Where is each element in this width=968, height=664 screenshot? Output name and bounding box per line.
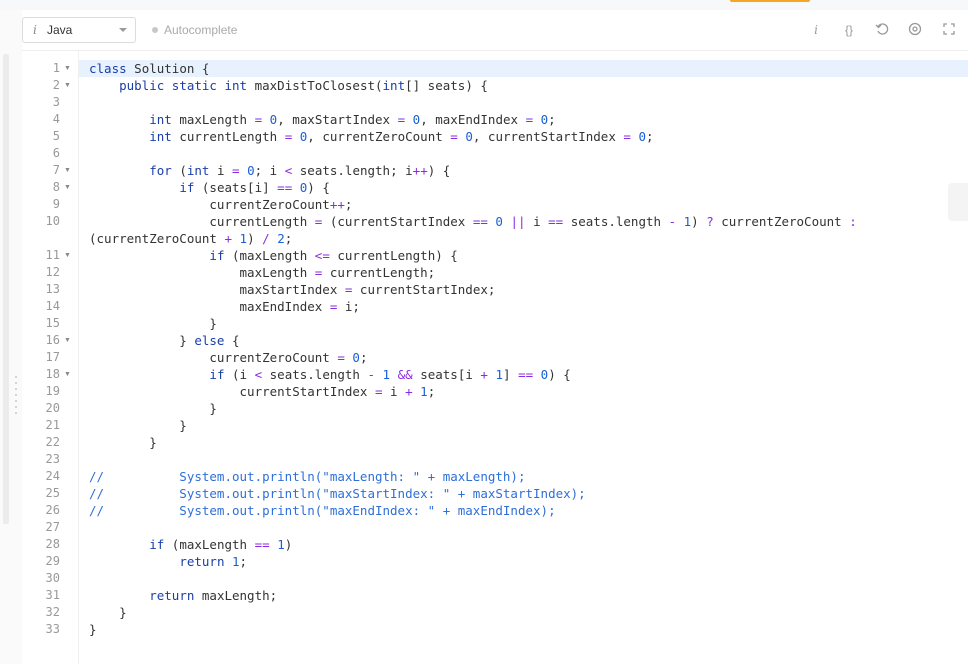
code-line[interactable]: currentStartIndex = i + 1; <box>89 383 436 400</box>
fold-arrow-icon[interactable]: ▼ <box>64 60 71 77</box>
line-number: 16 <box>45 333 60 347</box>
line-number: 31 <box>45 588 60 602</box>
line-number: 19 <box>45 384 60 398</box>
language-select-label: Java <box>47 23 73 37</box>
code-line[interactable]: // System.out.println("maxLength: " + ma… <box>89 468 526 485</box>
code-line[interactable]: public static int maxDistToClosest(int[]… <box>89 77 488 94</box>
code-line[interactable]: if (i < seats.length - 1 && seats[i + 1]… <box>89 366 570 383</box>
autocomplete-label: Autocomplete <box>164 23 238 37</box>
fullscreen-icon[interactable] <box>941 22 957 38</box>
code-line[interactable]: maxStartIndex = currentStartIndex; <box>89 281 496 298</box>
code-line[interactable]: currentZeroCount++; <box>89 196 352 213</box>
line-number: 4 <box>52 112 60 126</box>
line-number: 15 <box>45 316 60 330</box>
code-line[interactable]: class Solution { <box>89 60 209 77</box>
line-number: 29 <box>45 554 60 568</box>
line-number: 33 <box>45 622 60 636</box>
line-number <box>22 230 60 247</box>
line-number: 17 <box>45 350 60 364</box>
code-line[interactable]: } <box>89 417 187 434</box>
code-line[interactable]: } <box>89 621 97 638</box>
language-select[interactable]: i Java <box>22 17 136 43</box>
code-line[interactable]: (currentZeroCount + 1) / 2; <box>89 230 292 247</box>
code-line[interactable]: } <box>89 400 217 417</box>
fold-arrow-icon[interactable]: ▼ <box>64 179 71 196</box>
line-number: 10 <box>45 214 60 228</box>
code-line[interactable]: if (maxLength <= currentLength) { <box>89 247 457 264</box>
line-number: 30 <box>45 571 60 585</box>
settings-icon[interactable] <box>907 22 923 38</box>
code-area[interactable]: class Solution { public static int maxDi… <box>79 51 968 664</box>
line-number: 28 <box>45 537 60 551</box>
line-number: 14 <box>45 299 60 313</box>
fold-arrow-icon[interactable]: ▼ <box>64 247 71 264</box>
undo-icon[interactable] <box>874 22 890 38</box>
line-number: 9 <box>52 197 60 211</box>
left-panel-edge <box>0 10 22 664</box>
line-number: 6 <box>52 146 60 160</box>
line-number-gutter: 1 ▼ 2 ▼ 3 4 5 6 7 ▼ 8 ▼ 9 10 11 ▼ 12 13 14 15 16 ▼ 17 18 ▼ 19 20 21… <box>22 51 79 664</box>
fold-arrow-icon[interactable]: ▼ <box>64 162 71 179</box>
line-number: 1 <box>52 61 60 75</box>
line-number: 11 <box>45 248 60 262</box>
fold-arrow-icon[interactable]: ▼ <box>64 77 71 94</box>
code-line[interactable]: // System.out.println("maxEndIndex: " + … <box>89 502 556 519</box>
line-number: 7 <box>52 163 60 177</box>
code-line[interactable]: return 1; <box>89 553 247 570</box>
line-number: 22 <box>45 435 60 449</box>
vertical-scrollbar[interactable] <box>3 54 9 524</box>
code-line[interactable]: } else { <box>89 332 239 349</box>
line-number: 12 <box>45 265 60 279</box>
line-number: 32 <box>45 605 60 619</box>
code-line[interactable]: if (maxLength == 1) <box>89 536 292 553</box>
autocomplete-toggle[interactable]: Autocomplete <box>152 23 237 37</box>
line-number: 26 <box>45 503 60 517</box>
code-line[interactable]: // System.out.println("maxStartIndex: " … <box>89 485 586 502</box>
line-number: 25 <box>45 486 60 500</box>
code-line[interactable]: } <box>89 434 157 451</box>
code-line[interactable]: if (seats[i] == 0) { <box>89 179 330 196</box>
top-strip <box>0 0 968 10</box>
code-line[interactable]: int maxLength = 0, maxStartIndex = 0, ma… <box>89 111 555 128</box>
top-accent <box>730 0 810 2</box>
code-line[interactable]: return maxLength; <box>89 587 277 604</box>
fold-arrow-icon[interactable]: ▼ <box>64 366 71 383</box>
code-line[interactable]: } <box>89 315 217 332</box>
code-line[interactable]: currentLength = (currentStartIndex == 0 … <box>89 213 856 230</box>
code-editor[interactable]: 1 ▼ 2 ▼ 3 4 5 6 7 ▼ 8 ▼ 9 10 11 ▼ 12 13 14 15 16 ▼ 17 18 ▼ 19 20 21… <box>22 51 968 664</box>
line-number: 20 <box>45 401 60 415</box>
info-icon[interactable]: i <box>808 22 824 38</box>
code-line[interactable]: } <box>89 604 127 621</box>
line-number: 8 <box>52 180 60 194</box>
code-line[interactable]: currentZeroCount = 0; <box>89 349 367 366</box>
code-line[interactable]: int currentLength = 0, currentZeroCount … <box>89 128 653 145</box>
line-number: 13 <box>45 282 60 296</box>
chevron-down-icon <box>119 28 127 32</box>
editor-toolbar: i Java Autocomplete i {} <box>22 10 968 51</box>
autocomplete-status-dot <box>152 27 158 33</box>
code-line[interactable]: for (int i = 0; i < seats.length; i++) { <box>89 162 450 179</box>
code-line[interactable]: maxLength = currentLength; <box>89 264 436 281</box>
fold-arrow-icon[interactable]: ▼ <box>64 332 71 349</box>
side-panel-tab[interactable] <box>948 183 968 221</box>
line-number: 21 <box>45 418 60 432</box>
line-number: 27 <box>45 520 60 534</box>
line-number: 5 <box>52 129 60 143</box>
language-info-icon: i <box>33 23 37 37</box>
line-number: 2 <box>52 78 60 92</box>
line-number: 23 <box>45 452 60 466</box>
line-number: 18 <box>45 367 60 381</box>
braces-icon[interactable]: {} <box>838 22 860 38</box>
code-line[interactable]: maxEndIndex = i; <box>89 298 360 315</box>
resize-handle[interactable] <box>15 376 18 418</box>
line-number: 3 <box>52 95 60 109</box>
line-number: 24 <box>45 469 60 483</box>
